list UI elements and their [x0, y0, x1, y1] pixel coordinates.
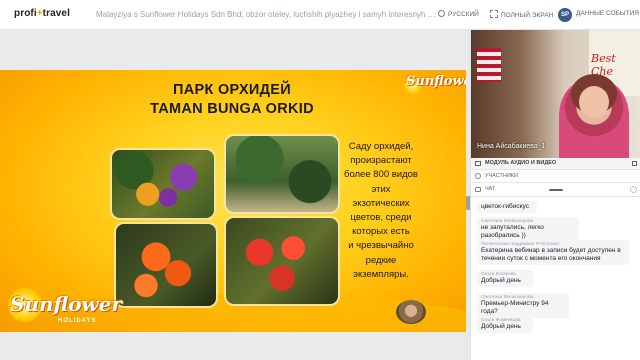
fullscreen-label: ПОЛНЫЙ ЭКРАН: [501, 12, 554, 19]
participants-tab[interactable]: УЧАСТНИКИ: [471, 170, 640, 183]
resize-grip[interactable]: [549, 189, 563, 191]
chat-tab[interactable]: ЧАТ: [471, 183, 640, 197]
monkey-photo: [396, 300, 426, 324]
chat-messages[interactable]: цветок-гибискус Светлана Мелкозерова не …: [471, 197, 640, 360]
chat-message: Светлана Мелкозерова Премьер-Министру 94…: [477, 293, 569, 318]
fullscreen-icon: [490, 10, 498, 18]
presentation-stage: Sunflower ПАРК ОРХИДЕЙ TAMAN BUNGA ORKID…: [0, 30, 466, 360]
orchid-photo-purple: [110, 148, 216, 220]
event-title: Malayziya s Sunflower Holidays Sdn Bhd: …: [96, 10, 436, 19]
slide-text-line: которых есть: [352, 226, 410, 238]
slide-text-line: этих: [371, 183, 391, 195]
chat-message: Техническая поддержка Profi.travel Екате…: [477, 240, 629, 265]
slide-text-line: произрастают: [350, 155, 412, 167]
event-data-button[interactable]: ДАННЫЕ СОБЫТИЯ: [576, 10, 639, 17]
garden-photo: [224, 134, 340, 214]
fullscreen-button[interactable]: ПОЛНЫЙ ЭКРАН: [490, 10, 553, 19]
slide-text-line: более 800 видов: [344, 169, 418, 181]
speaker-video[interactable]: Best Che Нина Айсабакиева_1: [471, 30, 640, 158]
slide-text-line: цветов, среди: [350, 212, 412, 224]
module-label: МОДУЛЬ АУДИО И ВИДЕО: [485, 160, 557, 166]
message-text: Екатерина вебинар в записи будет доступе…: [481, 247, 621, 262]
language-selector[interactable]: РУССКИЙ: [438, 10, 479, 18]
chat-message: Ольга Фоменкова Добрый день: [477, 316, 533, 333]
slide-text-line: редкие: [365, 254, 397, 266]
slide-text-line: и чрезвычайно: [348, 240, 414, 252]
settings-icon[interactable]: [630, 186, 637, 193]
profi-travel-logo[interactable]: profi+travel: [14, 8, 70, 19]
sunflower-logo-bottom: Sunflower: [10, 292, 122, 316]
sunflower-logo-top: Sunflower: [406, 74, 466, 89]
module-header[interactable]: МОДУЛЬ АУДИО И ВИДЕО: [471, 158, 640, 170]
message-text: цветок-гибискус: [481, 203, 529, 210]
slide-title-en: TAMAN BUNGA ORKID: [150, 101, 314, 117]
presentation-slide: Sunflower ПАРК ОРХИДЕЙ TAMAN BUNGA ORKID…: [0, 70, 466, 332]
slide-text-line: экзотических: [352, 197, 410, 209]
participants-icon: [475, 173, 481, 179]
language-label: РУССКИЙ: [448, 11, 479, 18]
slide-title-ru: ПАРК ОРХИДЕЙ: [173, 82, 291, 98]
logo-text: profi: [14, 8, 37, 19]
orchid-photo-orange: [114, 222, 218, 308]
chat-icon: [475, 187, 481, 192]
camera-icon: [475, 161, 481, 166]
message-text: Добрый день: [481, 277, 521, 284]
globe-icon: [438, 10, 445, 17]
chat-message: цветок-гибискус: [477, 201, 537, 213]
logo-tail: travel: [42, 8, 70, 19]
slide-text-line: Саду орхидей,: [348, 141, 414, 152]
side-panel: Best Che Нина Айсабакиева_1 МОДУЛЬ АУДИО…: [470, 30, 640, 360]
speaker-face: [579, 86, 609, 118]
flag-decoration: [477, 48, 501, 82]
top-bar: profi+travel Malayziya s Sunflower Holid…: [0, 0, 640, 30]
slide-body-text: Саду орхидей, произрастают более 800 вид…: [336, 140, 426, 282]
chat-message: Ольга Козакова Добрый день: [477, 270, 533, 287]
orchid-photo-red: [224, 216, 340, 306]
message-text: не запутались, легко разобрались )): [481, 224, 544, 239]
avatar[interactable]: SP: [558, 8, 572, 22]
chat-message: Светлана Мелкозерова не запутались, легк…: [477, 217, 579, 242]
message-text: Премьер-Министру 94 года?: [481, 300, 549, 315]
slide-text-line: экземпляры.: [353, 268, 409, 280]
close-icon[interactable]: [632, 161, 637, 166]
chat-label: ЧАТ: [485, 186, 496, 192]
holidays-label: HOLIDAYS: [58, 318, 97, 324]
participants-label: УЧАСТНИКИ: [485, 173, 518, 179]
speaker-name: Нина Айсабакиева_1: [477, 143, 546, 150]
message-text: Добрый день: [481, 323, 521, 330]
